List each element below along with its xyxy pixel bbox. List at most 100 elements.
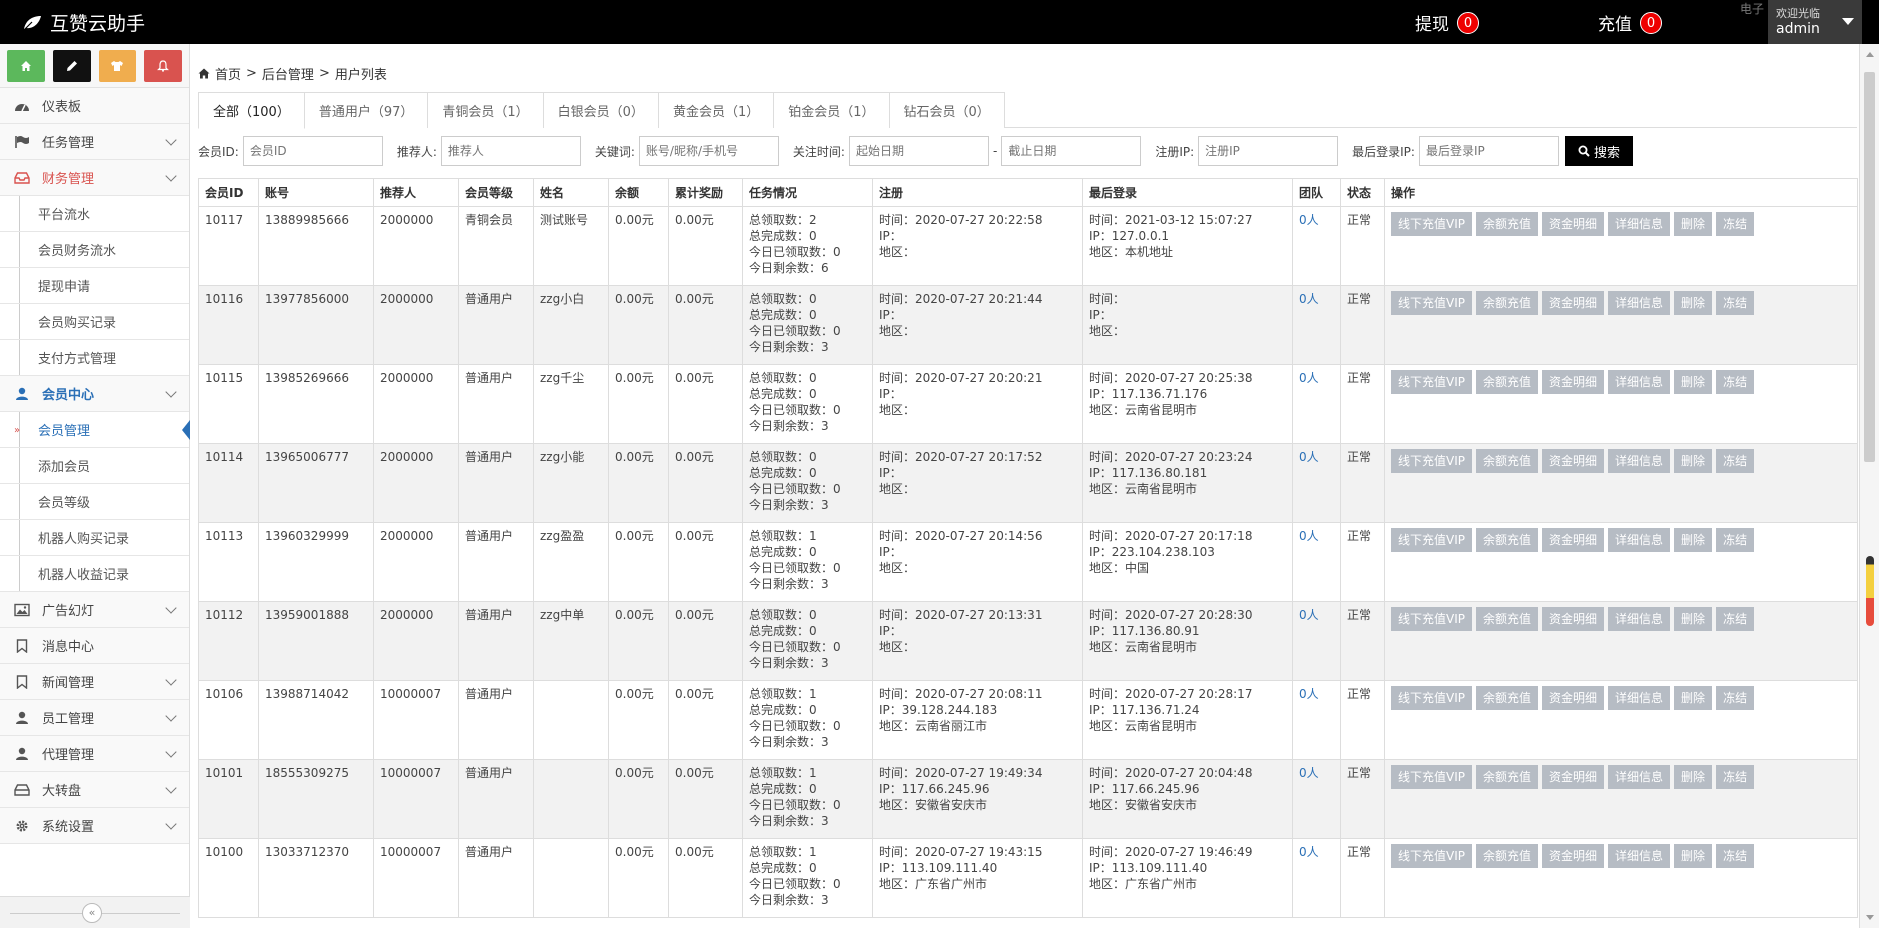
- fund-details-button[interactable]: 资金明细: [1542, 765, 1605, 789]
- delete-button[interactable]: 删除: [1674, 212, 1713, 236]
- sidebar-subitem-payment-methods[interactable]: 支付方式管理: [0, 340, 189, 376]
- sidebar-item-dashboard[interactable]: 仪表板: [0, 88, 189, 124]
- collapse-sidebar-icon[interactable]: «: [82, 903, 102, 923]
- team-count-link[interactable]: 0人: [1299, 529, 1319, 543]
- fund-details-button[interactable]: 资金明细: [1542, 607, 1605, 631]
- freeze-button[interactable]: 冻结: [1716, 607, 1755, 631]
- scrollbar-thumb[interactable]: [1864, 72, 1875, 462]
- detail-info-button[interactable]: 详细信息: [1608, 765, 1671, 789]
- detail-info-button[interactable]: 详细信息: [1608, 686, 1671, 710]
- start-date-input[interactable]: [848, 136, 989, 166]
- balance-recharge-button[interactable]: 余额充值: [1476, 686, 1539, 710]
- delete-button[interactable]: 删除: [1674, 370, 1713, 394]
- users-shortcut-button[interactable]: [98, 50, 137, 82]
- delete-button[interactable]: 删除: [1674, 686, 1713, 710]
- delete-button[interactable]: 删除: [1674, 449, 1713, 473]
- detail-info-button[interactable]: 详细信息: [1608, 844, 1671, 868]
- delete-button[interactable]: 删除: [1674, 528, 1713, 552]
- detail-info-button[interactable]: 详细信息: [1608, 370, 1671, 394]
- tab-normal[interactable]: 普通用户（97）: [303, 92, 429, 128]
- fund-details-button[interactable]: 资金明细: [1542, 528, 1605, 552]
- team-count-link[interactable]: 0人: [1299, 213, 1319, 227]
- sidebar-item-member-center[interactable]: 会员中心: [0, 376, 189, 412]
- recharge-link[interactable]: 充值 0: [1598, 10, 1662, 35]
- edit-shortcut-button[interactable]: [52, 50, 91, 82]
- notice-shortcut-button[interactable]: [144, 50, 182, 82]
- sidebar-item-messages[interactable]: 消息中心: [0, 628, 189, 664]
- app-logo[interactable]: 互赞云助手: [22, 9, 145, 36]
- offline-vip-recharge-button[interactable]: 线下充值VIP: [1391, 449, 1472, 473]
- sidebar-item-ads[interactable]: 广告幻灯: [0, 592, 189, 628]
- scroll-up-icon[interactable]: [1866, 52, 1874, 57]
- tab-bronze[interactable]: 青铜会员（1）: [427, 92, 544, 128]
- balance-recharge-button[interactable]: 余额充值: [1476, 844, 1539, 868]
- breadcrumb-admin[interactable]: 后台管理: [262, 64, 314, 83]
- fund-details-button[interactable]: 资金明细: [1542, 449, 1605, 473]
- fund-details-button[interactable]: 资金明细: [1542, 370, 1605, 394]
- freeze-button[interactable]: 冻结: [1716, 528, 1755, 552]
- team-count-link[interactable]: 0人: [1299, 371, 1319, 385]
- sidebar-subitem-add-member[interactable]: 添加会员: [0, 448, 189, 484]
- last-login-ip-input[interactable]: [1418, 136, 1559, 166]
- offline-vip-recharge-button[interactable]: 线下充值VIP: [1391, 686, 1472, 710]
- offline-vip-recharge-button[interactable]: 线下充值VIP: [1391, 212, 1472, 236]
- sidebar-subitem-purchases[interactable]: 会员购买记录: [0, 304, 189, 340]
- breadcrumb-home[interactable]: 首页: [215, 64, 241, 83]
- sidebar-subitem-robot-purchases[interactable]: 机器人购买记录: [0, 520, 189, 556]
- freeze-button[interactable]: 冻结: [1716, 686, 1755, 710]
- offline-vip-recharge-button[interactable]: 线下充值VIP: [1391, 291, 1472, 315]
- offline-vip-recharge-button[interactable]: 线下充值VIP: [1391, 765, 1472, 789]
- end-date-input[interactable]: [1001, 136, 1142, 166]
- tab-silver[interactable]: 白银会员（0）: [542, 92, 659, 128]
- tab-all[interactable]: 全部（100）: [198, 92, 305, 129]
- balance-recharge-button[interactable]: 余额充值: [1476, 449, 1539, 473]
- team-count-link[interactable]: 0人: [1299, 450, 1319, 464]
- sidebar-item-finance[interactable]: 财务管理: [0, 160, 189, 196]
- vertical-scrollbar[interactable]: [1859, 44, 1879, 928]
- offline-vip-recharge-button[interactable]: 线下充值VIP: [1391, 370, 1472, 394]
- tab-platinum[interactable]: 铂金会员（1）: [773, 92, 890, 128]
- fund-details-button[interactable]: 资金明细: [1542, 686, 1605, 710]
- user-menu[interactable]: 欢迎光临 admin: [1768, 0, 1862, 44]
- sidebar-item-tasks[interactable]: 任务管理: [0, 124, 189, 160]
- scroll-down-icon[interactable]: [1866, 915, 1874, 920]
- delete-button[interactable]: 删除: [1674, 291, 1713, 315]
- team-count-link[interactable]: 0人: [1299, 845, 1319, 859]
- detail-info-button[interactable]: 详细信息: [1608, 528, 1671, 552]
- sidebar-subitem-member-manage[interactable]: » 会员管理: [0, 412, 190, 448]
- offline-vip-recharge-button[interactable]: 线下充值VIP: [1391, 607, 1472, 631]
- sidebar-subitem-member-level[interactable]: 会员等级: [0, 484, 189, 520]
- offline-vip-recharge-button[interactable]: 线下充值VIP: [1391, 844, 1472, 868]
- team-count-link[interactable]: 0人: [1299, 766, 1319, 780]
- balance-recharge-button[interactable]: 余额充值: [1476, 528, 1539, 552]
- search-button[interactable]: 搜索: [1564, 136, 1633, 166]
- referrer-input[interactable]: [440, 136, 581, 166]
- delete-button[interactable]: 删除: [1674, 844, 1713, 868]
- freeze-button[interactable]: 冻结: [1716, 291, 1755, 315]
- sidebar-item-staff[interactable]: 员工管理: [0, 700, 189, 736]
- balance-recharge-button[interactable]: 余额充值: [1476, 370, 1539, 394]
- sidebar-subitem-member-finance[interactable]: 会员财务流水: [0, 232, 189, 268]
- sidebar-item-settings[interactable]: 系统设置: [0, 808, 189, 844]
- offline-vip-recharge-button[interactable]: 线下充值VIP: [1391, 528, 1472, 552]
- sidebar-subitem-withdraw[interactable]: 提现申请: [0, 268, 189, 304]
- keyword-input[interactable]: [638, 136, 779, 166]
- balance-recharge-button[interactable]: 余额充值: [1476, 291, 1539, 315]
- team-count-link[interactable]: 0人: [1299, 687, 1319, 701]
- fund-details-button[interactable]: 资金明细: [1542, 291, 1605, 315]
- detail-info-button[interactable]: 详细信息: [1608, 291, 1671, 315]
- sidebar-item-news[interactable]: 新闻管理: [0, 664, 189, 700]
- balance-recharge-button[interactable]: 余额充值: [1476, 607, 1539, 631]
- sidebar-item-agents[interactable]: 代理管理: [0, 736, 189, 772]
- sidebar-item-wheel[interactable]: 大转盘: [0, 772, 189, 808]
- delete-button[interactable]: 删除: [1674, 765, 1713, 789]
- team-count-link[interactable]: 0人: [1299, 608, 1319, 622]
- delete-button[interactable]: 删除: [1674, 607, 1713, 631]
- freeze-button[interactable]: 冻结: [1716, 765, 1755, 789]
- balance-recharge-button[interactable]: 余额充值: [1476, 765, 1539, 789]
- sidebar-subitem-robot-income[interactable]: 机器人收益记录: [0, 556, 189, 592]
- tab-diamond[interactable]: 钻石会员（0）: [888, 92, 1005, 128]
- freeze-button[interactable]: 冻结: [1716, 212, 1755, 236]
- home-shortcut-button[interactable]: [7, 50, 45, 82]
- sidebar-subitem-platform-flow[interactable]: 平台流水: [0, 196, 189, 232]
